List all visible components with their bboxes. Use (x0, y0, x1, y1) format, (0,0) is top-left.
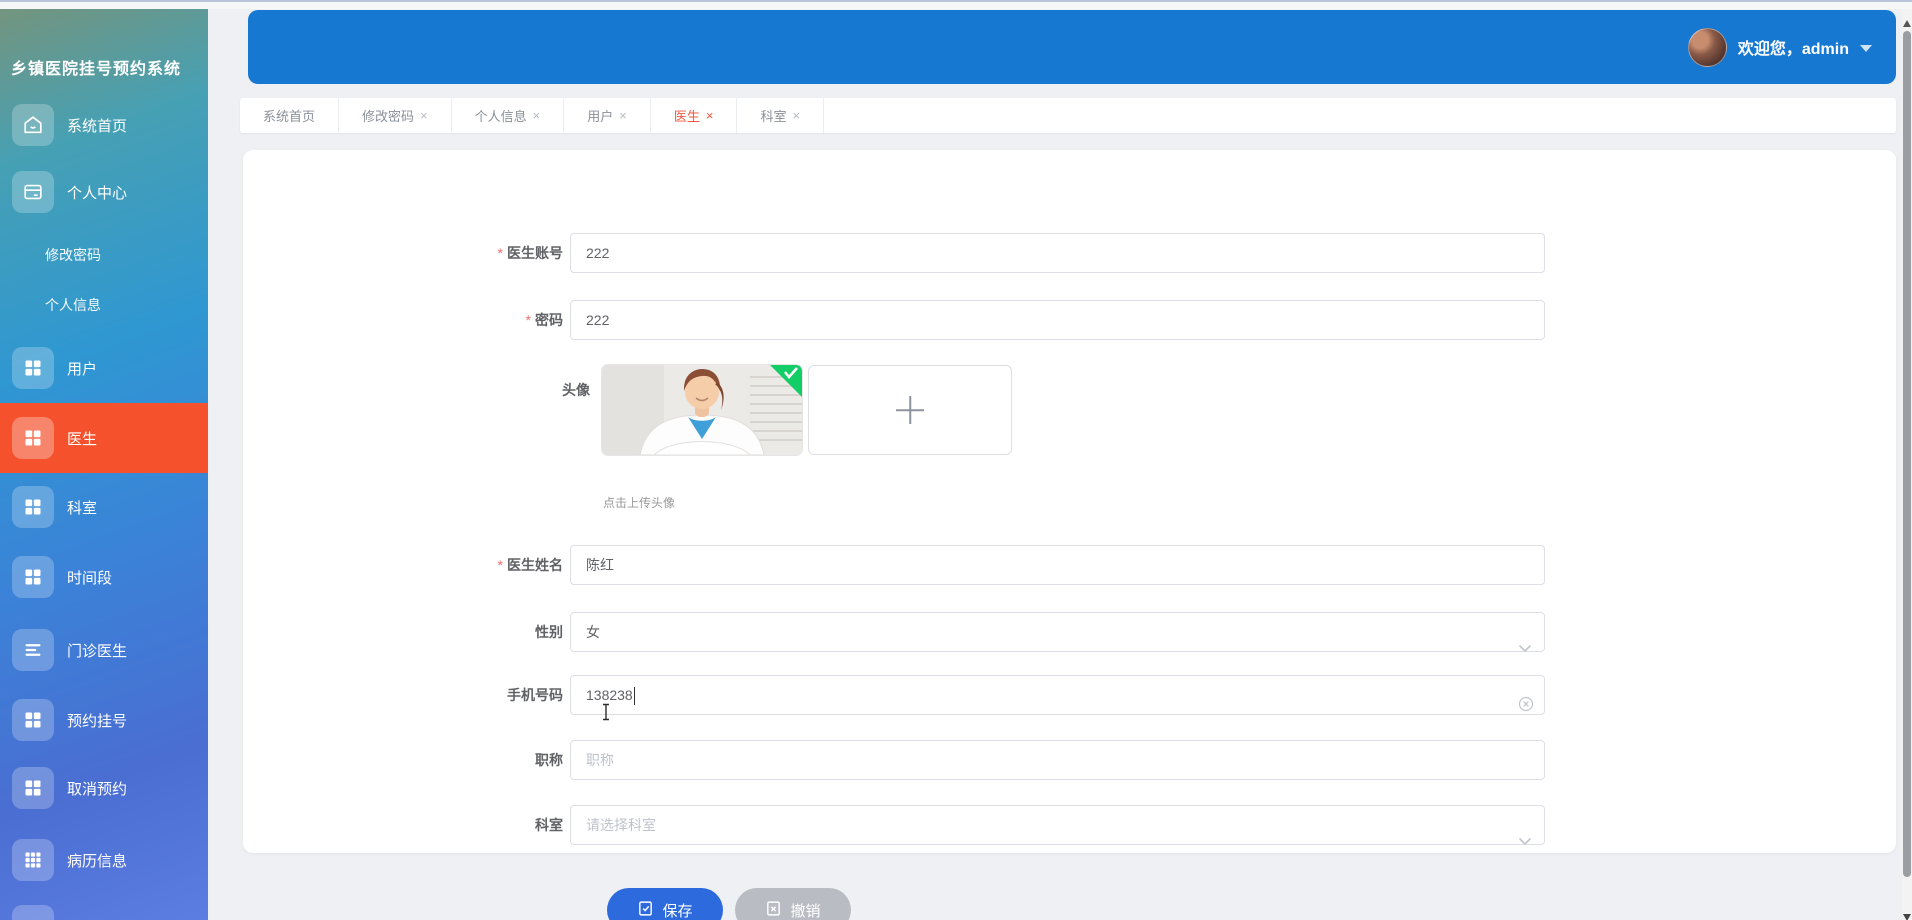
phone-input[interactable]: 138238 (570, 675, 1545, 715)
chevron-down-icon (1518, 629, 1532, 667)
home-icon (12, 104, 54, 146)
field-label-password: * 密码 (525, 312, 563, 328)
job-title-input[interactable]: 职称 (570, 740, 1545, 780)
cancel-button[interactable]: 撤销 (735, 888, 851, 920)
grid-icon (12, 486, 54, 528)
app-title: 乡镇医院挂号预约系统 (11, 61, 182, 78)
grid9-icon (12, 839, 54, 881)
sidebar-item-personal-info[interactable]: 个人信息 (0, 290, 208, 320)
scrollbar-thumb[interactable] (1903, 31, 1911, 877)
sidebar-item-home[interactable]: 系统首页 (0, 104, 208, 146)
sidebar-item-doctors[interactable]: 医生 (0, 403, 208, 473)
chevron-down-icon (1860, 44, 1872, 52)
cancel-icon (765, 900, 782, 920)
password-input[interactable]: 222 (570, 300, 1545, 340)
sidebar-item-outpatient-doctors[interactable]: 门诊医生 (0, 629, 208, 671)
close-icon[interactable]: × (706, 108, 714, 123)
doctor-photo[interactable] (602, 365, 802, 455)
ibeam-cursor (600, 703, 612, 726)
doctor-account-input[interactable]: 222 (570, 233, 1545, 273)
department-select[interactable]: 请选择科室 (570, 805, 1545, 846)
tab-change-password[interactable]: 修改密码 × (339, 98, 452, 133)
tab-doctors[interactable]: 医生 × (651, 98, 738, 133)
sidebar-item-medical-records[interactable]: 病历信息 (0, 839, 208, 881)
top-strip (0, 0, 1912, 9)
upload-tip: 点击上传头像 (603, 496, 676, 510)
sidebar-item-cancel-appointments[interactable]: 取消预约 (0, 767, 208, 809)
sidebar-item-time-slots[interactable]: 时间段 (0, 556, 208, 598)
save-icon (637, 900, 654, 920)
field-label-avatar: 头像 (562, 382, 590, 398)
avatar (1687, 27, 1727, 67)
sidebar: 乡镇医院挂号预约系统 系统首页 个人中心 修改密码 个人信息 用户 医生 科室 … (0, 9, 208, 920)
close-icon[interactable]: × (533, 108, 541, 123)
close-icon[interactable]: × (619, 108, 627, 123)
sidebar-item-departments[interactable]: 科室 (0, 486, 208, 528)
tab-bar: 系统首页 修改密码 × 个人信息 × 用户 × 医生 × 科室 × (240, 98, 1896, 133)
upload-plus-button[interactable] (808, 365, 1012, 455)
field-label-dept: 科室 (535, 817, 563, 833)
doctor-name-input[interactable]: 陈红 (570, 545, 1545, 585)
tab-users[interactable]: 用户 × (564, 98, 651, 133)
scrollbar[interactable] (1902, 9, 1912, 920)
user-menu[interactable]: 欢迎您，admin (1687, 10, 1872, 84)
panel-icon (12, 171, 54, 213)
gender-select[interactable]: 女 (570, 612, 1545, 653)
text-caret (633, 687, 636, 706)
grid-icon (12, 556, 54, 598)
grid-icon (12, 699, 54, 741)
close-icon[interactable]: × (792, 108, 800, 123)
close-icon[interactable]: × (420, 108, 428, 123)
field-label-name: * 医生姓名 (497, 557, 563, 573)
sidebar-item-change-password[interactable]: 修改密码 (0, 240, 208, 270)
sidebar-item-users[interactable]: 用户 (0, 347, 208, 389)
tab-personal-info[interactable]: 个人信息 × (452, 98, 565, 133)
field-label-gender: 性别 (535, 624, 563, 640)
chevron-down-icon (1518, 822, 1532, 860)
field-label-account: * 医生账号 (497, 245, 563, 261)
tab-home[interactable]: 系统首页 (240, 98, 340, 133)
sidebar-item-appointments[interactable]: 预约挂号 (0, 699, 208, 741)
scroll-down-arrow[interactable] (1903, 914, 1911, 920)
sidebar-item-personal-center[interactable]: 个人中心 (0, 171, 208, 213)
sidebar-item-partial (12, 905, 54, 920)
grid-icon (12, 417, 54, 459)
welcome-text: 欢迎您，admin (1737, 41, 1849, 58)
field-label-jobtitle: 职称 (535, 752, 563, 768)
grid-icon (12, 767, 54, 809)
field-label-phone: 手机号码 (507, 687, 563, 703)
header-bar: 欢迎您，admin (248, 10, 1896, 84)
grid-icon (12, 347, 54, 389)
tab-departments[interactable]: 科室 × (737, 98, 825, 133)
clear-icon[interactable] (1518, 688, 1534, 726)
scroll-up-arrow[interactable] (1903, 20, 1911, 27)
page: 乡镇医院挂号预约系统 系统首页 个人中心 修改密码 个人信息 用户 医生 科室 … (0, 0, 1912, 920)
list-icon (12, 629, 54, 671)
save-button[interactable]: 保存 (607, 888, 723, 920)
